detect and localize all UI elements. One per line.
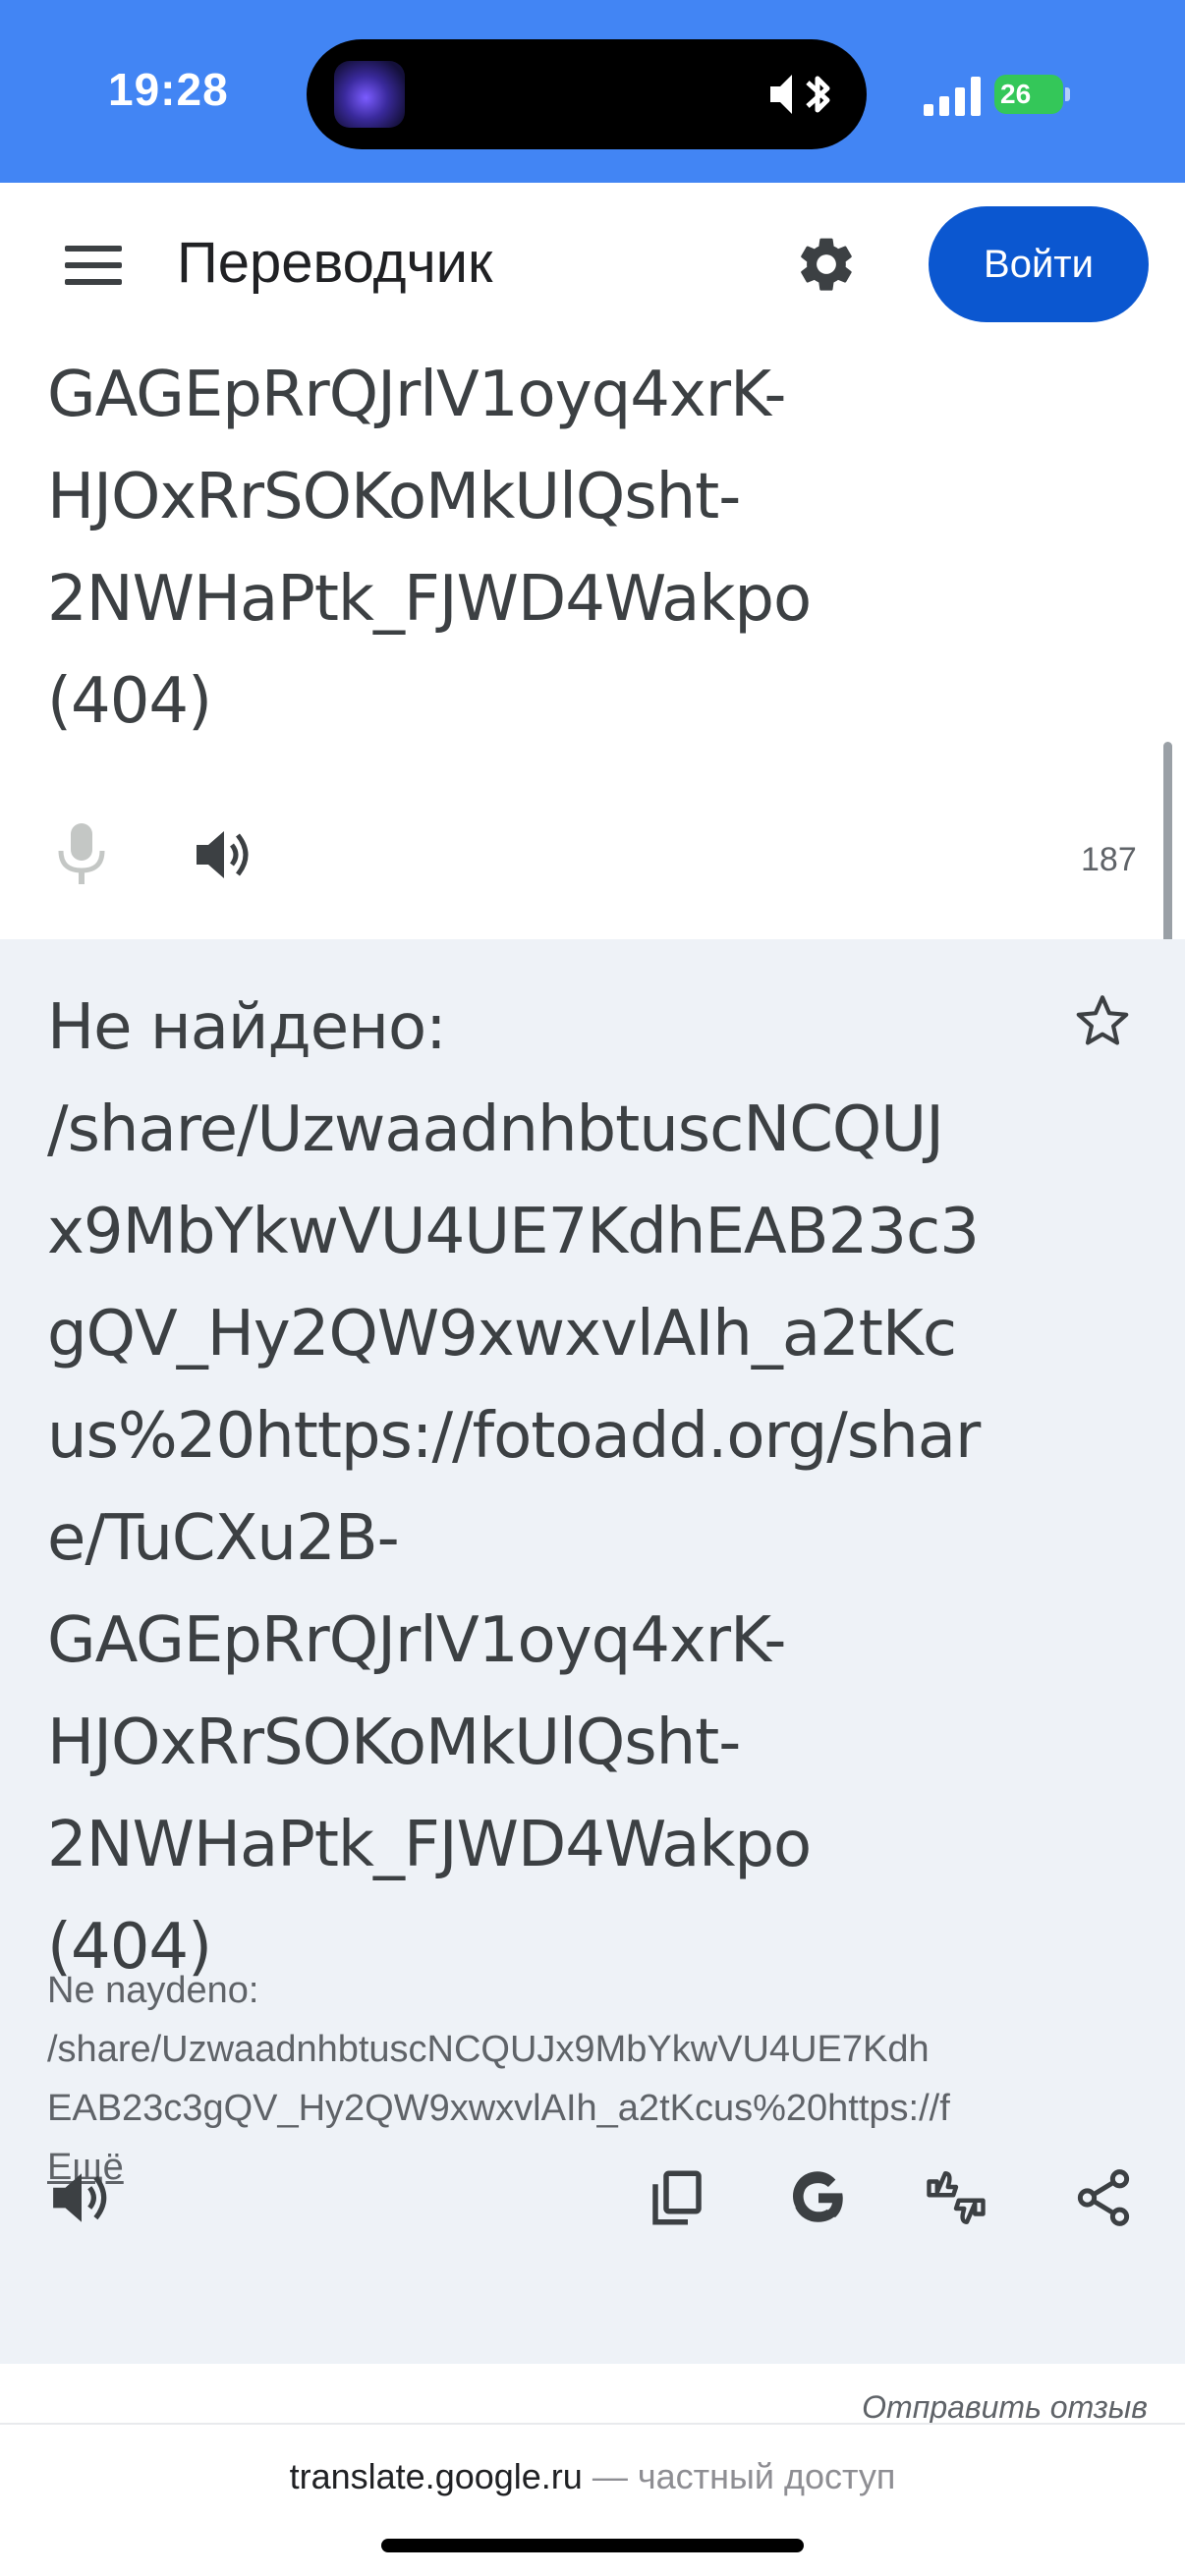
now-playing-artwork (334, 61, 405, 128)
share-icon[interactable] (1071, 2165, 1136, 2230)
battery-icon: 26 (994, 75, 1071, 114)
translation-line: GAGEpRrQJrlV1oyq4xrK- (47, 1604, 786, 1677)
status-bar: 19:28 26 (0, 0, 1185, 183)
divider (0, 2423, 1185, 2425)
source-text-input[interactable]: GAGEpRrQJrlV1oyq4xrK- HJOxRrSOKoMkUlQsht… (47, 344, 1108, 753)
translation-actions (0, 2148, 1185, 2246)
rate-translation-icon[interactable] (924, 2165, 988, 2230)
copy-icon[interactable] (645, 2165, 709, 2230)
home-indicator[interactable] (381, 2539, 804, 2552)
speaker-icon[interactable] (49, 2165, 114, 2230)
browser-address-bar[interactable]: translate.google.ru — частный доступ (0, 2456, 1185, 2497)
microphone-icon[interactable] (55, 821, 108, 886)
translation-line: /share/UzwaadnhbtuscNCQUJ (47, 1093, 944, 1166)
source-line: (404) (47, 665, 212, 738)
google-search-icon[interactable] (786, 2165, 851, 2230)
url-host: translate.google.ru (289, 2456, 583, 2496)
translation-line: HJOxRrSOKoMkUlQsht- (47, 1707, 741, 1779)
bluetooth-audio-icon (770, 75, 830, 114)
source-line: 2NWHaPtk_FJWD4Wakpo (47, 563, 812, 636)
send-feedback-link[interactable]: Отправить отзыв (862, 2389, 1148, 2426)
source-line: HJOxRrSOKoMkUlQsht- (47, 461, 741, 533)
transliteration-line: EAB23c3gQV_Hy2QW9xwxvlAIh_a2tKcus%20http… (47, 2088, 950, 2129)
transliteration-line: /share/UzwaadnhbtuscNCQUJx9MbYkwVU4UE7Kd… (47, 2029, 930, 2070)
source-line: GAGEpRrQJrlV1oyq4xrK- (47, 359, 786, 431)
cellular-signal-icon (924, 77, 981, 116)
transliteration-line: Ne naydeno: (47, 1970, 259, 2011)
page-title: Переводчик (177, 231, 493, 295)
translation-line: e/TuCXu2B- (47, 1502, 400, 1575)
translation-line: gQV_Hy2QW9xwxvlAIh_a2tKc (47, 1298, 957, 1371)
dynamic-island (307, 39, 867, 149)
translation-line: x9MbYkwVU4UE7KdhEAB23c3 (47, 1196, 980, 1268)
translation-line: us%20https://fotoadd.org/shar (47, 1400, 981, 1473)
private-mode-note: — частный доступ (582, 2456, 896, 2496)
login-button[interactable]: Войти (929, 206, 1149, 322)
battery-level: 26 (1000, 79, 1032, 109)
translation-line: 2NWHaPtk_FJWD4Wakpo (47, 1809, 812, 1881)
star-icon[interactable] (1071, 990, 1134, 1051)
character-count: 187 (1081, 841, 1137, 878)
app-header: Переводчик Войти (0, 183, 1185, 346)
status-time: 19:28 (108, 64, 229, 115)
menu-icon[interactable] (65, 246, 122, 285)
translation-panel: Не найдено: /share/UzwaadnhbtuscNCQUJ x9… (0, 939, 1185, 2364)
gear-icon[interactable] (794, 232, 859, 297)
speaker-icon[interactable] (193, 825, 255, 884)
translation-line: Не найдено: (47, 991, 447, 1064)
translation-text: Не найдено: /share/UzwaadnhbtuscNCQUJ x9… (47, 977, 1059, 1998)
